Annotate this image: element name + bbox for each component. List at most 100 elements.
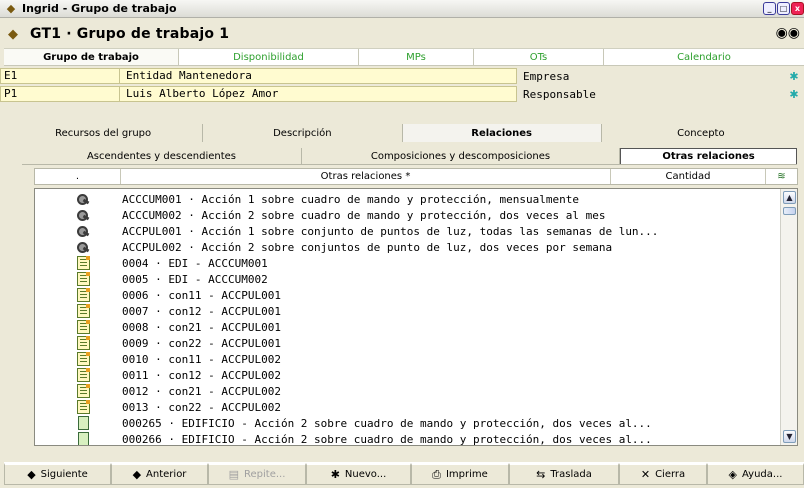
scroll-down-button[interactable]: ▼ [783, 430, 796, 443]
list-item[interactable]: 0011 · con12 - ACCPUL002 [35, 367, 780, 383]
key-icon [75, 208, 91, 222]
list-item-text: 0010 · con11 - ACCPUL002 [122, 352, 281, 366]
new-button[interactable]: ✱ Nuevo... [306, 463, 411, 485]
new-icon: ✱ [330, 468, 340, 481]
tab-recursos-del-grupo[interactable]: Recursos del grupo [4, 124, 204, 142]
grid-header: . Otras relaciones * Cantidad ≋ [34, 168, 798, 185]
app-icon: ◆ [6, 1, 16, 15]
list-item-text: 0006 · con11 - ACCPUL001 [122, 288, 281, 302]
minimize-button[interactable]: _ [763, 2, 776, 15]
list-item-text: 0012 · con21 - ACCPUL002 [122, 384, 281, 398]
empresa-label: Empresa [523, 69, 570, 83]
column-header-icon[interactable]: . [35, 169, 121, 184]
binoculars-icon[interactable]: ◉◉ [776, 25, 800, 41]
help-icon: ◈ [728, 468, 738, 481]
tab-calendario[interactable]: Calendario [604, 49, 804, 65]
tab-relaciones[interactable]: Relaciones [402, 124, 602, 142]
scroll-thumb[interactable] [783, 207, 796, 215]
move-label: Traslada [550, 469, 592, 480]
group-icon: ◆ [8, 26, 18, 42]
tab-disponibilidad[interactable]: Disponibilidad [179, 49, 359, 65]
print-button[interactable]: ⎙ Imprime [411, 463, 509, 485]
document-icon [75, 400, 91, 414]
document-icon [75, 352, 91, 366]
list-item-text: 0013 · con22 - ACCPUL002 [122, 400, 281, 414]
section-tabs: Recursos del grupo Descripción Relacione… [4, 124, 800, 142]
next-button[interactable]: ◆ Siguiente [4, 463, 111, 485]
column-header-cantidad[interactable]: Cantidad [611, 169, 766, 184]
responsable-code-field[interactable]: P1 [0, 86, 120, 102]
previous-button[interactable]: ◆ Anterior [111, 463, 208, 485]
list-item[interactable]: 0007 · con12 - ACCPUL001 [35, 303, 780, 319]
list-item-text: 000265 · EDIFICIO - Acción 2 sobre cuadr… [122, 416, 652, 430]
window-controls: _ □ x [763, 2, 804, 15]
list-item-text: 0009 · con22 - ACCPUL001 [122, 336, 281, 350]
list-item[interactable]: 0012 · con21 - ACCPUL002 [35, 383, 780, 399]
window-title: Ingrid - Grupo de trabajo [22, 2, 177, 15]
relation-tabs: Ascendentes y descendientes Composicione… [22, 148, 797, 165]
list-item-text: 0005 · EDI - ACCCUM002 [122, 272, 268, 286]
document-icon [75, 304, 91, 318]
responsable-row: P1 Luis Alberto López Amor Responsable ✱ [0, 86, 804, 102]
help-label: Ayuda... [742, 469, 783, 480]
move-button[interactable]: ⇆ Traslada [509, 463, 619, 485]
tab-mps[interactable]: MPs [359, 49, 474, 65]
list-item[interactable]: 0013 · con22 - ACCPUL002 [35, 399, 780, 415]
document-icon [75, 368, 91, 382]
new-label: Nuevo... [344, 469, 387, 480]
maximize-button[interactable]: □ [777, 2, 790, 15]
scroll-up-button[interactable]: ▲ [783, 191, 796, 204]
list-item[interactable]: 0010 · con11 - ACCPUL002 [35, 351, 780, 367]
relations-list[interactable]: ACCCUM001 · Acción 1 sobre cuadro de man… [34, 188, 798, 446]
list-item[interactable]: ACCCUM002 · Acción 2 sobre cuadro de man… [35, 207, 780, 223]
notepad-icon [75, 416, 91, 430]
vertical-scrollbar[interactable]: ▲ ▼ [780, 189, 797, 445]
help-button[interactable]: ◈ Ayuda... [707, 463, 804, 485]
tab-ots[interactable]: OTs [474, 49, 604, 65]
tab-concepto[interactable]: Concepto [601, 124, 800, 142]
list-item[interactable]: 0004 · EDI - ACCCUM001 [35, 255, 780, 271]
responsable-name-field[interactable]: Luis Alberto López Amor [120, 86, 517, 102]
document-icon [75, 336, 91, 350]
empresa-code-field[interactable]: E1 [0, 68, 120, 84]
list-item-text: ACCCUM002 · Acción 2 sobre cuadro de man… [122, 208, 606, 222]
document-icon [75, 256, 91, 270]
list-item[interactable]: 0006 · con11 - ACCPUL001 [35, 287, 780, 303]
list-item[interactable]: ACCPUL001 · Acción 1 sobre conjunto de p… [35, 223, 780, 239]
document-icon [75, 288, 91, 302]
list-item[interactable]: 000265 · EDIFICIO - Acción 2 sobre cuadr… [35, 415, 780, 431]
print-label: Imprime [445, 469, 488, 480]
document-icon [75, 384, 91, 398]
empresa-name-field[interactable]: Entidad Mantenedora [120, 68, 517, 84]
column-options-icon[interactable]: ≋ [766, 169, 797, 184]
print-icon: ⎙ [432, 467, 441, 481]
action-toolbar: ◆ Siguiente ◆ Anterior ▤ Repite... ✱ Nuevo... ⎙ I… [4, 462, 804, 486]
list-item[interactable]: ACCPUL002 · Acción 2 sobre conjuntos de … [35, 239, 780, 255]
repeat-button[interactable]: ▤ Repite... [208, 463, 306, 485]
responsable-label: Responsable [523, 87, 596, 101]
previous-label: Anterior [146, 469, 187, 480]
record-header: ◆ GT1 · Grupo de trabajo 1 ◉◉ [0, 22, 804, 46]
list-item[interactable]: 000266 · EDIFICIO - Acción 2 sobre cuadr… [35, 431, 780, 446]
page-title: GT1 · Grupo de trabajo 1 [30, 26, 230, 42]
column-header-otras-relaciones[interactable]: Otras relaciones * [121, 169, 611, 184]
tab-composiciones[interactable]: Composiciones y descomposiciones [302, 148, 620, 164]
title-bar: ◆ Ingrid - Grupo de trabajo _ □ x [0, 0, 804, 18]
list-item[interactable]: 0005 · EDI - ACCCUM002 [35, 271, 780, 287]
responsable-lookup-icon[interactable]: ✱ [787, 88, 801, 101]
close-button[interactable]: ✕ Cierra [619, 463, 707, 485]
empresa-lookup-icon[interactable]: ✱ [787, 70, 801, 83]
tab-otras-relaciones[interactable]: Otras relaciones [620, 148, 797, 164]
move-icon: ⇆ [536, 468, 546, 481]
list-item[interactable]: ACCCUM001 · Acción 1 sobre cuadro de man… [35, 191, 780, 207]
document-icon [75, 272, 91, 286]
list-item[interactable]: 0009 · con22 - ACCPUL001 [35, 335, 780, 351]
tab-descripcion[interactable]: Descripción [203, 124, 403, 142]
tab-grupo-de-trabajo[interactable]: Grupo de trabajo [4, 49, 179, 65]
previous-icon: ◆ [132, 468, 142, 481]
list-item[interactable]: 0008 · con21 - ACCPUL001 [35, 319, 780, 335]
list-item-text: 000266 · EDIFICIO - Acción 2 sobre cuadr… [122, 432, 652, 446]
tab-ascendentes-descendientes[interactable]: Ascendentes y descendientes [22, 148, 302, 164]
list-item-text: 0008 · con21 - ACCPUL001 [122, 320, 281, 334]
close-window-button[interactable]: x [791, 2, 804, 15]
